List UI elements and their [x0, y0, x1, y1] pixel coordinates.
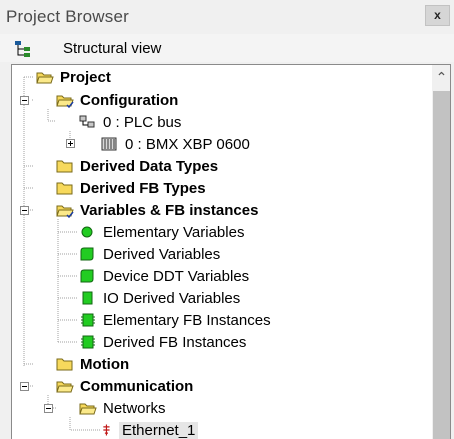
rack-icon	[101, 137, 117, 151]
variables-collapse-toggle[interactable]	[20, 206, 29, 215]
tree-item-derived-data-types[interactable]: Derived Data Types	[56, 155, 218, 177]
tree-item-rack[interactable]: 0 : BMX XBP 0600	[101, 133, 250, 155]
structural-view-icon	[15, 41, 30, 57]
rack-expand-toggle[interactable]	[66, 139, 75, 148]
tree-item-label: Derived FB Types	[80, 179, 206, 197]
folder-open-icon	[56, 95, 74, 108]
green-fb-icon	[81, 335, 95, 349]
tree-item-configuration[interactable]: Configuration	[56, 89, 178, 111]
tree-item-label: Motion	[80, 355, 130, 373]
structural-view-label[interactable]: Structural view	[63, 40, 161, 57]
tree-item-communication[interactable]: Communication	[56, 375, 193, 397]
green-fb-icon	[81, 313, 95, 327]
window-title: Project Browser	[6, 7, 129, 26]
tree-item-label: 0 : PLC bus	[103, 113, 182, 131]
green-variable-icon	[80, 269, 94, 283]
plc-bus-icon	[79, 115, 95, 128]
folder-open-icon	[56, 381, 74, 393]
vertical-scrollbar[interactable]: ⌃	[432, 65, 450, 439]
folder-open-icon	[36, 72, 54, 84]
tree-item-derived-fb-instances[interactable]: Derived FB Instances	[79, 331, 246, 353]
tree-item-elementary-fb-instances[interactable]: Elementary FB Instances	[79, 309, 271, 331]
tree-item-label: Derived Variables	[103, 245, 221, 263]
green-variable-icon	[82, 291, 93, 305]
network-icon	[103, 424, 110, 436]
networks-collapse-toggle[interactable]	[44, 404, 53, 413]
tree-item-label: Derived Data Types	[80, 157, 219, 175]
folder-icon	[56, 182, 73, 195]
tree-item-io-derived-variables[interactable]: IO Derived Variables	[79, 287, 240, 309]
tree-item-label: Networks	[103, 399, 166, 417]
tree-item-label: Elementary Variables	[103, 223, 245, 241]
close-button[interactable]: x	[425, 5, 450, 26]
tree-item-derived-fb-types[interactable]: Derived FB Types	[56, 177, 206, 199]
tree-item-label: Communication	[80, 377, 194, 395]
tree-item-variables[interactable]: Variables & FB instances	[56, 199, 258, 221]
folder-icon	[56, 160, 73, 173]
tree-item-label: Derived FB Instances	[103, 333, 247, 351]
title-bar: Project Browser x	[0, 0, 454, 35]
configuration-collapse-toggle[interactable]	[20, 96, 29, 105]
folder-open-icon	[56, 205, 74, 218]
tree-item-plc-bus[interactable]: 0 : PLC bus	[79, 111, 181, 133]
folder-open-icon	[79, 403, 97, 415]
tree-item-label: IO Derived Variables	[103, 289, 241, 307]
tree-item-elementary-variables[interactable]: Elementary Variables	[79, 221, 244, 243]
project-tree[interactable]: Project Configuration 0 : PLC bus 0 : BM…	[11, 64, 451, 439]
communication-collapse-toggle[interactable]	[20, 382, 29, 391]
green-variable-icon	[80, 247, 94, 261]
tree-item-label: Project	[60, 68, 111, 86]
green-variable-icon	[81, 226, 93, 238]
tree-item-label: Ethernet_1	[119, 421, 199, 439]
folder-icon	[56, 358, 73, 371]
tree-item-label: Elementary FB Instances	[103, 311, 271, 329]
tree-item-derived-variables[interactable]: Derived Variables	[79, 243, 220, 265]
chevron-up-icon[interactable]: ⌃	[432, 65, 450, 89]
tree-item-networks[interactable]: Networks	[79, 397, 166, 419]
tree-item-label: Device DDT Variables	[103, 267, 250, 285]
tree-item-label: 0 : BMX XBP 0600	[125, 135, 250, 153]
tree-item-project[interactable]: Project	[36, 66, 111, 88]
tree-item-ethernet[interactable]: Ethernet_1	[101, 419, 199, 439]
scrollbar-thumb[interactable]	[433, 91, 450, 439]
tree-item-device-ddt-variables[interactable]: Device DDT Variables	[79, 265, 249, 287]
tree-item-label: Variables & FB instances	[80, 201, 259, 219]
tree-item-motion[interactable]: Motion	[56, 353, 129, 375]
tree-item-label: Configuration	[80, 91, 179, 109]
